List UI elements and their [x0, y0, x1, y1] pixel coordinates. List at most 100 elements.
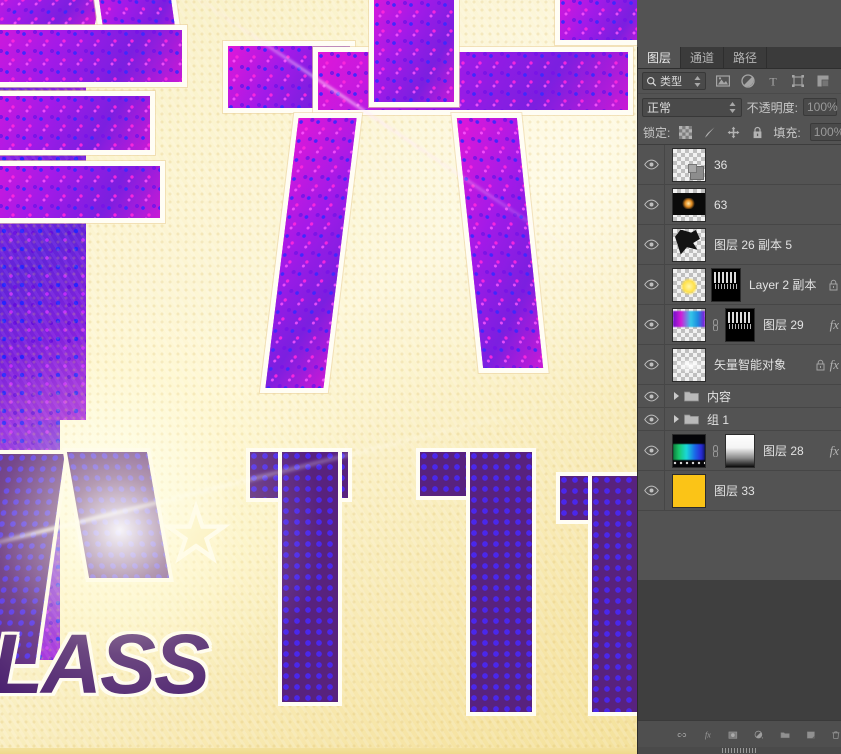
- layer-name[interactable]: 36: [711, 158, 727, 172]
- layer-visibility-toggle[interactable]: [638, 471, 665, 510]
- filter-adjustment-layers-icon[interactable]: [741, 74, 755, 88]
- layers-panel[interactable]: 图层 通道 路径 类型 T 正常 不透明度: 100% 锁定: 填充: 100 …: [637, 47, 841, 754]
- layer-row[interactable]: 图层 33: [638, 471, 841, 511]
- layer-visibility-toggle[interactable]: [638, 305, 665, 344]
- layer-name[interactable]: 图层 33: [711, 482, 755, 499]
- eye-icon[interactable]: [643, 199, 659, 210]
- layer-group-row[interactable]: 组 1: [638, 408, 841, 431]
- eye-icon[interactable]: [643, 391, 659, 402]
- layer-visibility-toggle[interactable]: [638, 408, 665, 430]
- layer-visibility-toggle[interactable]: [638, 145, 665, 184]
- layer-visibility-toggle[interactable]: [638, 185, 665, 224]
- layer-row-body[interactable]: 图层 26 副本 5: [665, 225, 841, 264]
- layer-name[interactable]: 图层 26 副本 5: [711, 236, 792, 253]
- lock-row[interactable]: 锁定: 填充: 100: [638, 120, 841, 145]
- layer-row-body[interactable]: Layer 2 副本: [665, 265, 841, 304]
- lock-icons[interactable]: [679, 125, 764, 139]
- blend-mode-select[interactable]: 正常: [642, 97, 742, 117]
- eye-icon[interactable]: [643, 359, 659, 370]
- layer-effects-icon[interactable]: fx: [830, 357, 839, 373]
- layer-name[interactable]: 组 1: [704, 411, 729, 428]
- horizontal-scrollbar[interactable]: [638, 747, 841, 754]
- layer-row[interactable]: 图层 29 fx: [638, 305, 841, 345]
- layer-filter-row[interactable]: 类型 T: [638, 69, 841, 94]
- layer-visibility-toggle[interactable]: [638, 431, 665, 470]
- layer-thumbnail[interactable]: [672, 473, 706, 508]
- filter-type-layers-icon[interactable]: T: [766, 74, 780, 89]
- add-layer-mask-icon[interactable]: [728, 727, 738, 743]
- layers-panel-toolbar[interactable]: fx: [638, 720, 841, 754]
- mask-link-icon[interactable]: [711, 444, 720, 457]
- layer-name[interactable]: 内容: [704, 388, 731, 405]
- group-expand-chevron-icon[interactable]: [674, 415, 679, 423]
- add-layer-style-icon[interactable]: fx: [703, 727, 713, 743]
- new-adjustment-layer-icon[interactable]: [754, 727, 764, 743]
- layer-row-body[interactable]: 内容: [665, 385, 841, 407]
- eye-icon[interactable]: [643, 414, 659, 425]
- panel-tab-bar[interactable]: 图层 通道 路径: [638, 47, 841, 69]
- layer-thumbnail[interactable]: [672, 307, 706, 342]
- layer-visibility-toggle[interactable]: [638, 345, 665, 384]
- eye-icon[interactable]: [643, 239, 659, 250]
- layer-mask-thumbnail[interactable]: [725, 433, 755, 468]
- layer-row[interactable]: 图层 28 fx: [638, 431, 841, 471]
- layer-row[interactable]: 36: [638, 145, 841, 185]
- tab-layers[interactable]: 图层: [638, 47, 682, 68]
- scrollbar-grip[interactable]: [721, 748, 758, 753]
- layer-name[interactable]: 图层 29: [760, 316, 804, 333]
- layer-group-row[interactable]: 内容: [638, 385, 841, 408]
- lock-position-icon[interactable]: [727, 126, 740, 139]
- fill-input[interactable]: 100%: [809, 123, 841, 141]
- filter-shape-layers-icon[interactable]: [791, 74, 805, 88]
- lock-all-icon[interactable]: [751, 126, 764, 139]
- layer-visibility-toggle[interactable]: [638, 385, 665, 407]
- link-layers-icon[interactable]: [677, 727, 687, 743]
- filter-pixel-layers-icon[interactable]: [716, 74, 730, 88]
- layer-thumbnail[interactable]: [672, 267, 706, 302]
- layer-row[interactable]: Layer 2 副本: [638, 265, 841, 305]
- layer-row[interactable]: 图层 26 副本 5: [638, 225, 841, 265]
- eye-icon[interactable]: [643, 445, 659, 456]
- layer-row-body[interactable]: 组 1: [665, 408, 841, 430]
- layer-name[interactable]: 图层 28: [760, 442, 804, 459]
- layer-mask-thumbnail[interactable]: [725, 307, 755, 342]
- layer-visibility-toggle[interactable]: [638, 225, 665, 264]
- layer-thumbnail[interactable]: [672, 227, 706, 262]
- lock-icon[interactable]: [828, 279, 839, 291]
- layer-row-body[interactable]: 图层 28: [665, 431, 841, 470]
- layer-row-indicators[interactable]: fx: [830, 431, 841, 470]
- opacity-input[interactable]: 100%: [803, 98, 838, 116]
- new-layer-icon[interactable]: [806, 727, 816, 743]
- layer-effects-icon[interactable]: fx: [830, 443, 839, 459]
- layer-row[interactable]: 63: [638, 185, 841, 225]
- layer-row-body[interactable]: 图层 33: [665, 471, 841, 510]
- layer-list[interactable]: 36 63 图层 26 副本 5 Layer 2 副本 图层 29 fx 矢量智…: [638, 145, 841, 511]
- layer-name[interactable]: Layer 2 副本: [746, 276, 816, 293]
- layer-row-body[interactable]: 36: [665, 145, 841, 184]
- layer-thumbnail[interactable]: [672, 147, 706, 182]
- layer-row-indicators[interactable]: fx: [815, 345, 841, 384]
- mask-link-icon[interactable]: [711, 318, 720, 331]
- new-group-icon[interactable]: [780, 727, 790, 743]
- delete-layer-icon[interactable]: [831, 727, 841, 743]
- filter-smart-object-icon[interactable]: [816, 74, 830, 88]
- layer-name[interactable]: 矢量智能对象: [711, 356, 786, 373]
- lock-image-pixels-icon[interactable]: [703, 126, 716, 139]
- filter-type-icons[interactable]: T: [716, 74, 830, 88]
- filter-kind-select[interactable]: 类型: [642, 72, 706, 90]
- stepper-arrows-icon[interactable]: [693, 75, 702, 88]
- eye-icon[interactable]: [643, 485, 659, 496]
- lock-transparent-pixels-icon[interactable]: [679, 125, 693, 139]
- layer-thumbnail[interactable]: [672, 433, 706, 468]
- tab-channels[interactable]: 通道: [681, 47, 725, 68]
- document-canvas[interactable]: LASS: [0, 0, 637, 754]
- lock-icon[interactable]: [815, 359, 826, 371]
- layer-thumbnail[interactable]: [672, 347, 706, 382]
- eye-icon[interactable]: [643, 319, 659, 330]
- blend-mode-row[interactable]: 正常 不透明度: 100%: [638, 94, 841, 120]
- layer-row-indicators[interactable]: [828, 265, 841, 304]
- layer-effects-icon[interactable]: fx: [830, 317, 839, 333]
- stepper-arrows-icon[interactable]: [728, 101, 737, 114]
- layer-mask-thumbnail[interactable]: [711, 267, 741, 302]
- eye-icon[interactable]: [643, 279, 659, 290]
